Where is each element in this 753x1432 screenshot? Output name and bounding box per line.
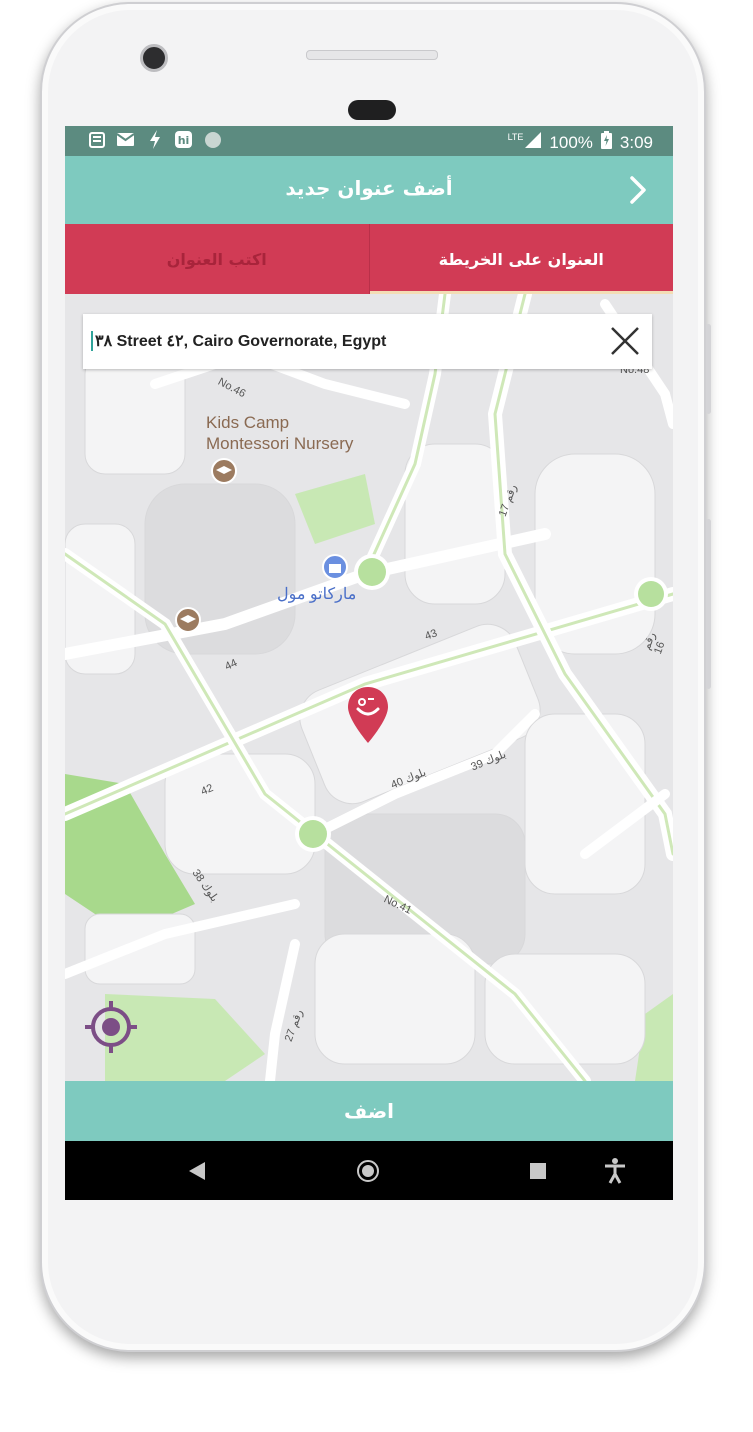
dot-icon	[203, 130, 222, 149]
shopping-icon	[322, 554, 348, 580]
proximity-sensor	[348, 100, 396, 120]
network-label: LTE	[507, 131, 524, 142]
school-icon	[211, 458, 237, 484]
tab-write-address[interactable]: اكتب العنوان	[65, 224, 369, 294]
status-bar: hi LTE 100% 3:09	[65, 126, 673, 156]
place-label: ماركاتو مول	[277, 586, 357, 603]
flash-icon	[145, 130, 164, 149]
battery-percent: 100%	[549, 132, 593, 152]
location-pin-icon[interactable]	[348, 687, 388, 743]
clock: 3:09	[619, 132, 653, 152]
battery-icon	[600, 131, 612, 154]
hi-icon: hi	[174, 130, 193, 149]
search-input[interactable]: ٣٨ Street ٤٢, Cairo Governorate, Egypt	[91, 331, 386, 351]
school-icon	[175, 607, 201, 633]
address-search[interactable]: ٣٨ Street ٤٢, Cairo Governorate, Egypt	[83, 314, 652, 369]
page-title: أضف عنوان جديد	[285, 176, 453, 200]
add-button[interactable]: اضف	[65, 1081, 673, 1141]
accessibility-icon[interactable]	[595, 1141, 635, 1200]
back-icon[interactable]	[177, 1141, 217, 1200]
recents-icon[interactable]	[518, 1141, 558, 1200]
app-bar: أضف عنوان جديد	[65, 156, 673, 224]
my-location-icon[interactable]	[83, 999, 139, 1055]
tab-address-on-map[interactable]: العنوان على الخريطة	[368, 224, 674, 294]
screen: hi LTE 100% 3:09 أضف عنوان جديد اكتب الع…	[65, 126, 673, 1200]
system-nav-bar	[65, 1141, 673, 1200]
map-view[interactable]: Kids Camp Montessori Nursery ماركاتو مول…	[65, 294, 673, 1081]
front-camera	[140, 44, 168, 72]
signal-icon	[525, 132, 542, 153]
chevron-right-icon[interactable]	[623, 174, 653, 206]
earpiece-speaker	[306, 50, 438, 60]
tab-bar: اكتب العنوان العنوان على الخريطة	[65, 224, 673, 294]
svg-text:hi: hi	[178, 134, 190, 147]
home-icon[interactable]	[348, 1141, 388, 1200]
volume-button	[706, 519, 711, 689]
power-button	[706, 324, 711, 414]
place-label: Kids Camp Montessori Nursery	[206, 413, 354, 453]
mail-icon	[116, 130, 135, 149]
news-icon	[87, 130, 106, 149]
close-icon[interactable]	[610, 326, 640, 356]
